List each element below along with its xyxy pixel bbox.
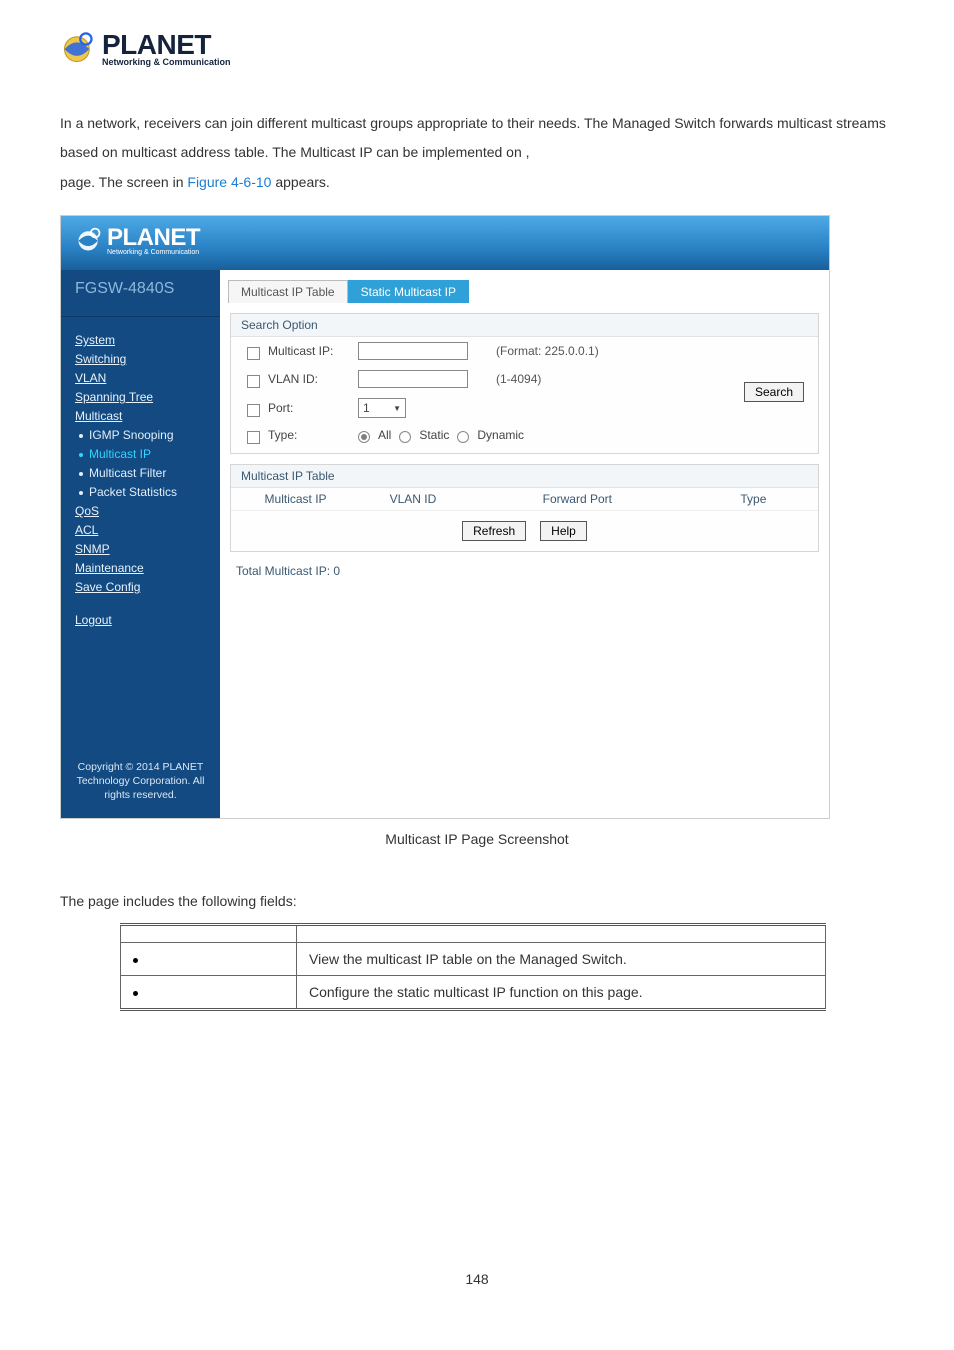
- table-header-row: Multicast IP VLAN ID Forward Port Type: [231, 488, 818, 511]
- nav-sub-igmp-snooping[interactable]: IGMP Snooping: [61, 426, 220, 445]
- screenshot-caption: Multicast IP Page Screenshot: [60, 831, 894, 847]
- checkbox-port[interactable]: [247, 404, 260, 417]
- label-vlan-id: VLAN ID:: [268, 372, 358, 386]
- nav-sub-label: Packet Statistics: [89, 485, 177, 499]
- hint-vlan-id: (1-4094): [496, 372, 541, 386]
- device-model: FGSW-4840S: [61, 270, 220, 317]
- checkbox-type[interactable]: [247, 431, 260, 444]
- radio-type-dynamic[interactable]: [457, 431, 469, 443]
- obj-row1-desc: View the multicast IP table on the Manag…: [297, 943, 826, 976]
- planet-globe-icon: [75, 226, 103, 257]
- switch-brand-tagline: Networking & Communication: [107, 249, 200, 256]
- page-number: 148: [60, 1271, 894, 1287]
- nav-save-config[interactable]: Save Config: [61, 578, 220, 597]
- obj-header-col2: [297, 925, 826, 943]
- label-port: Port:: [268, 401, 358, 415]
- total-multicast-ip: Total Multicast IP: 0: [224, 560, 825, 578]
- label-type: Type:: [268, 428, 358, 442]
- brand-name: PLANET: [102, 32, 231, 57]
- help-button[interactable]: Help: [540, 521, 587, 541]
- obj-row2-label: [121, 976, 297, 1010]
- nav-system[interactable]: System: [61, 331, 220, 350]
- nav-multicast[interactable]: Multicast: [61, 407, 220, 426]
- nav-snmp[interactable]: SNMP: [61, 540, 220, 559]
- brand-tagline: Networking & Communication: [102, 57, 231, 67]
- radio-type-all[interactable]: [358, 431, 370, 443]
- search-option-panel: Search Option Multicast IP: (Format: 225…: [230, 313, 819, 454]
- select-port[interactable]: 1▼: [358, 398, 406, 418]
- figure-reference-link[interactable]: Figure 4-6-10: [187, 174, 271, 190]
- nav-sub-packet-statistics[interactable]: Packet Statistics: [61, 483, 220, 502]
- nav-maintenance[interactable]: Maintenance: [61, 559, 220, 578]
- nav-sub-label: Multicast Filter: [89, 466, 166, 480]
- nav-qos[interactable]: QoS: [61, 502, 220, 521]
- content-area: Multicast IP TableStatic Multicast IP Se…: [220, 270, 829, 818]
- tab-multicast-ip-table[interactable]: Multicast IP Table: [228, 280, 348, 303]
- obj-header-col1: [121, 925, 297, 943]
- obj-row1-label: [121, 943, 297, 976]
- multicast-ip-table-title: Multicast IP Table: [231, 465, 818, 488]
- bullet-icon: [133, 991, 138, 996]
- sidebar-copyright: Copyright © 2014 PLANET Technology Corpo…: [61, 760, 220, 819]
- nav-sub-multicast-filter[interactable]: Multicast Filter: [61, 464, 220, 483]
- document-logo: PLANET Networking & Communication: [60, 30, 894, 69]
- chevron-down-icon: ▼: [393, 404, 401, 413]
- hint-multicast-ip: (Format: 225.0.0.1): [496, 344, 599, 358]
- nav-sub-label: IGMP Snooping: [89, 428, 174, 442]
- nav-logout[interactable]: Logout: [61, 611, 220, 630]
- switch-header-bar: PLANET Networking & Communication: [61, 216, 829, 270]
- intro-comma: ,: [526, 144, 530, 160]
- col-type: Type: [689, 492, 818, 506]
- tab-static-multicast-ip[interactable]: Static Multicast IP: [348, 280, 469, 303]
- nav-vlan[interactable]: VLAN: [61, 369, 220, 388]
- col-vlan-id: VLAN ID: [360, 492, 466, 506]
- nav-switching[interactable]: Switching: [61, 350, 220, 369]
- nav-sub-multicast-ip[interactable]: Multicast IP: [61, 445, 220, 464]
- search-button[interactable]: Search: [744, 382, 804, 402]
- intro-text-2b: appears.: [271, 174, 329, 190]
- checkbox-vlan-id[interactable]: [247, 375, 260, 388]
- radio-label-dynamic: Dynamic: [477, 428, 524, 442]
- input-vlan-id[interactable]: [358, 370, 468, 388]
- intro-paragraph: In a network, receivers can join differe…: [60, 109, 894, 197]
- col-multicast-ip: Multicast IP: [231, 492, 360, 506]
- planet-globe-icon: [60, 30, 96, 69]
- intro-text-1: In a network, receivers can join differe…: [60, 115, 886, 160]
- radio-type-static[interactable]: [399, 431, 411, 443]
- refresh-button[interactable]: Refresh: [462, 521, 526, 541]
- switch-brand-name: PLANET: [107, 227, 200, 249]
- obj-row2-desc: Configure the static multicast IP functi…: [297, 976, 826, 1010]
- bullet-icon: [133, 958, 138, 963]
- nav-spanning-tree[interactable]: Spanning Tree: [61, 388, 220, 407]
- label-multicast-ip: Multicast IP:: [268, 344, 358, 358]
- intro-text-2a: page. The screen in: [60, 174, 187, 190]
- tabs: Multicast IP TableStatic Multicast IP: [224, 274, 825, 303]
- search-option-title: Search Option: [231, 314, 818, 337]
- input-multicast-ip[interactable]: [358, 342, 468, 360]
- checkbox-multicast-ip[interactable]: [247, 347, 260, 360]
- radio-label-static: Static: [419, 428, 449, 442]
- fields-intro: The page includes the following fields:: [60, 893, 894, 909]
- nav-sub-label: Multicast IP: [89, 447, 151, 461]
- nav-acl[interactable]: ACL: [61, 521, 220, 540]
- multicast-ip-table-panel: Multicast IP Table Multicast IP VLAN ID …: [230, 464, 819, 552]
- select-port-value: 1: [363, 401, 370, 415]
- switch-ui-screenshot: PLANET Networking & Communication FGSW-4…: [60, 215, 830, 819]
- object-description-table: View the multicast IP table on the Manag…: [120, 923, 826, 1011]
- radio-label-all: All: [378, 428, 391, 442]
- sidebar: FGSW-4840S System Switching VLAN Spannin…: [61, 270, 220, 818]
- col-forward-port: Forward Port: [466, 492, 689, 506]
